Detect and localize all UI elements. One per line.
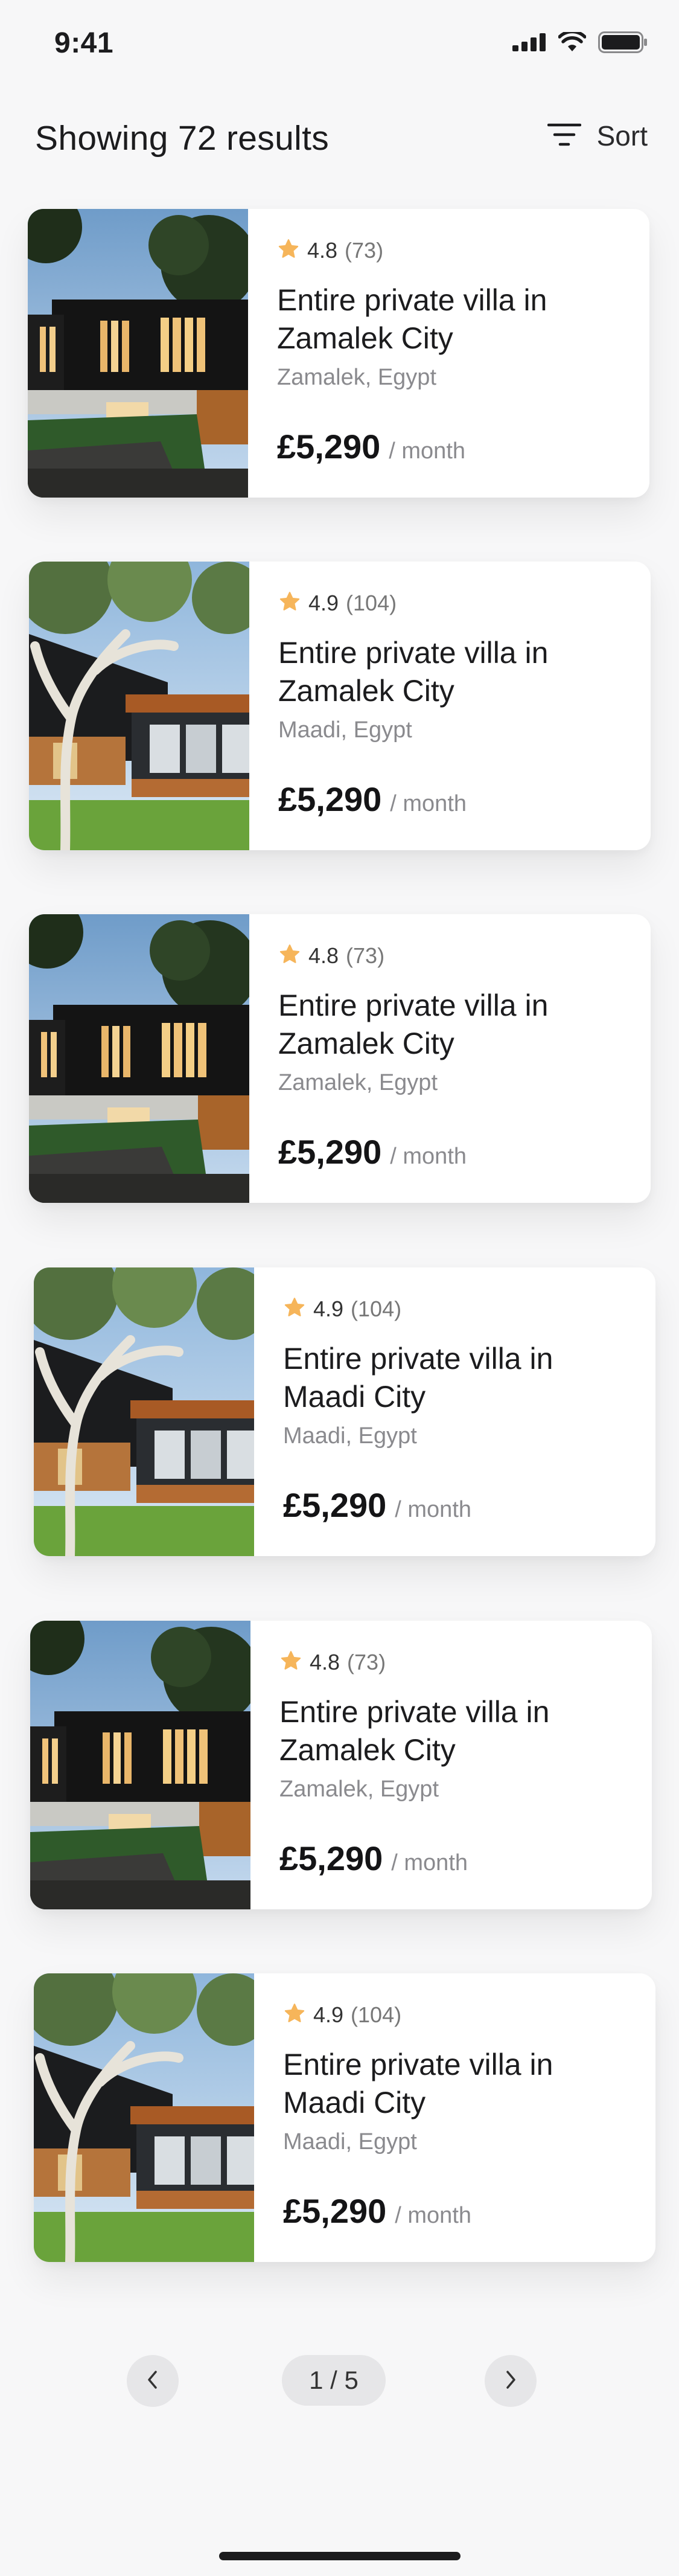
rating-value: 4.9 [308, 591, 339, 615]
review-count: (73) [347, 1650, 386, 1674]
listing-info: 4.9 (104) Entire private villa in Maadi … [254, 1973, 655, 2262]
listing-info: 4.8 (73) Entire private villa in Zamalek… [248, 209, 649, 498]
chevron-right-icon [503, 2369, 518, 2393]
rating-value: 4.9 [313, 1296, 344, 1321]
listing-title: Entire private villa in Zamalek City [278, 636, 549, 708]
page-indicator: 1 / 5 [282, 2355, 386, 2406]
sort-label: Sort [596, 120, 648, 152]
review-count: (104) [346, 591, 397, 615]
rating-row: 4.8 (73) [278, 943, 651, 969]
listing-title: Entire private villa in Zamalek City [279, 1695, 550, 1767]
listing-card[interactable]: 4.9 (104) Entire private villa in Maadi … [34, 1267, 655, 1556]
rating-value: 4.8 [308, 943, 339, 968]
price-unit: / month [390, 1144, 467, 1169]
star-icon [278, 591, 301, 616]
rating-value: 4.9 [313, 2002, 344, 2027]
results-count-title: Showing 72 results [35, 119, 330, 158]
rating-row: 4.8 (73) [279, 1650, 652, 1675]
price-row: £5,290 / month [279, 1839, 468, 1878]
listing-photo [30, 1621, 250, 1909]
star-icon [278, 944, 301, 969]
listing-title: Entire private villa in Maadi City [283, 1342, 553, 1414]
star-icon [277, 239, 300, 263]
listing-price: £5,290 [278, 780, 382, 818]
listing-price: £5,290 [277, 428, 381, 466]
sort-button[interactable]: Sort [547, 120, 648, 152]
status-bar: 9:41 [0, 0, 679, 78]
price-unit: / month [395, 2203, 472, 2228]
review-count: (104) [351, 1296, 402, 1321]
price-row: £5,290 / month [278, 1132, 467, 1171]
listing-title: Entire private villa in Zamalek City [277, 283, 547, 355]
rating-value: 4.8 [310, 1650, 340, 1674]
next-page-button[interactable] [485, 2355, 537, 2407]
listing-card[interactable]: 4.9 (104) Entire private villa in Zamale… [29, 562, 651, 850]
listing-location: Zamalek, Egypt [277, 365, 436, 390]
price-unit: / month [390, 791, 467, 816]
listing-photo [34, 1973, 254, 2262]
listing-card[interactable]: 4.8 (73) Entire private villa in Zamalek… [30, 1621, 652, 1909]
price-row: £5,290 / month [278, 780, 467, 819]
star-icon [283, 2003, 306, 2028]
listing-photo [28, 209, 248, 498]
rating-row: 4.9 (104) [278, 591, 651, 616]
rating-row: 4.9 (104) [283, 1296, 655, 1322]
rating-row: 4.9 (104) [283, 2002, 655, 2028]
listing-price: £5,290 [278, 1133, 382, 1171]
listing-card[interactable]: 4.9 (104) Entire private villa in Maadi … [34, 1973, 655, 2262]
listing-price: £5,290 [279, 1839, 383, 1877]
listing-card[interactable]: 4.8 (73) Entire private villa in Zamalek… [28, 209, 649, 498]
price-unit: / month [389, 438, 466, 464]
listing-price: £5,290 [283, 1486, 387, 1524]
listing-location: Maadi, Egypt [278, 717, 412, 743]
listing-photo [29, 914, 249, 1203]
rating-value: 4.8 [307, 238, 338, 263]
status-time: 9:41 [54, 27, 114, 59]
star-icon [283, 1297, 306, 1322]
chevron-left-icon [145, 2369, 160, 2393]
pagination: 1 / 5 [0, 2355, 679, 2407]
listing-card[interactable]: 4.8 (73) Entire private villa in Zamalek… [29, 914, 651, 1203]
listing-title: Entire private villa in Zamalek City [278, 988, 549, 1060]
search-results-screen: 9:41 Showing 72 results Sort 4.8 (73) En… [0, 0, 679, 2576]
rating-row: 4.8 (73) [277, 238, 649, 263]
price-unit: / month [391, 1850, 468, 1876]
listing-info: 4.9 (104) Entire private villa in Zamale… [249, 562, 651, 850]
listing-location: Maadi, Egypt [283, 2129, 417, 2155]
listing-location: Zamalek, Egypt [279, 1777, 439, 1802]
listing-info: 4.9 (104) Entire private villa in Maadi … [254, 1267, 655, 1556]
listing-photo [34, 1267, 254, 1556]
price-row: £5,290 / month [277, 427, 465, 466]
price-unit: / month [395, 1497, 472, 1522]
listing-location: Maadi, Egypt [283, 1423, 417, 1449]
listing-price: £5,290 [283, 2192, 387, 2230]
listing-info: 4.8 (73) Entire private villa in Zamalek… [249, 914, 651, 1203]
review-count: (73) [345, 238, 384, 263]
wifi-icon [558, 30, 587, 56]
status-icons [512, 30, 648, 56]
listing-info: 4.8 (73) Entire private villa in Zamalek… [250, 1621, 652, 1909]
battery-icon [598, 31, 648, 56]
price-row: £5,290 / month [283, 2191, 471, 2231]
listing-title: Entire private villa in Maadi City [283, 2048, 553, 2119]
previous-page-button[interactable] [127, 2355, 179, 2407]
results-header: Showing 72 results Sort [0, 115, 679, 163]
home-indicator[interactable] [219, 2552, 461, 2560]
review-count: (104) [351, 2002, 402, 2027]
listing-photo [29, 562, 249, 850]
price-row: £5,290 / month [283, 1485, 471, 1525]
listing-location: Zamalek, Egypt [278, 1070, 438, 1095]
signal-icon [512, 33, 546, 54]
sort-icon [547, 121, 581, 151]
review-count: (73) [346, 943, 385, 968]
star-icon [279, 1650, 302, 1675]
